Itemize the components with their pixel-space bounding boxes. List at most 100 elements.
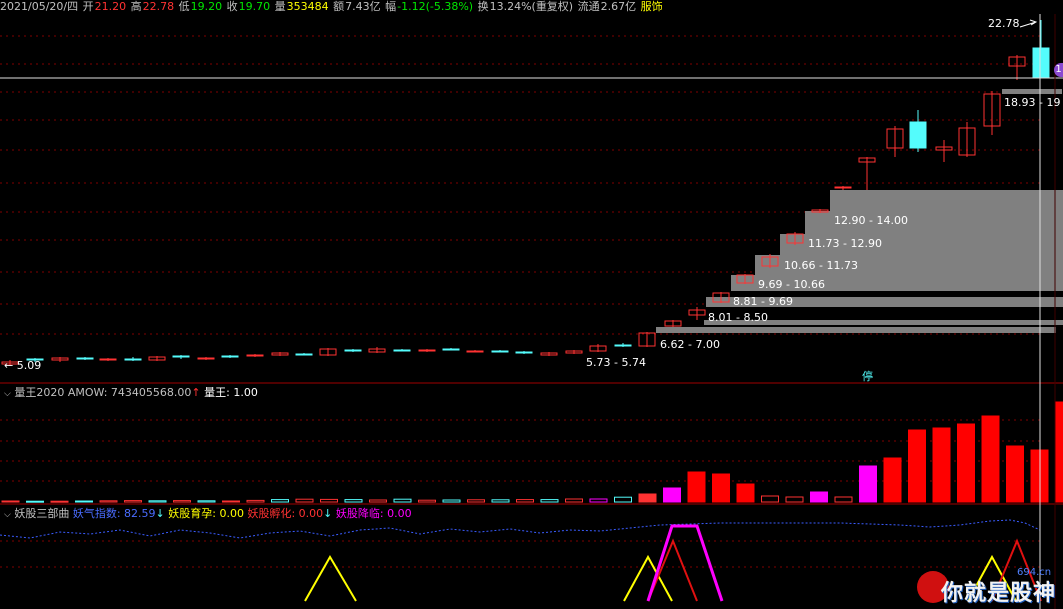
zone-label-5: 10.66 - 11.73: [784, 259, 858, 272]
indicator-lines: [0, 519, 1042, 602]
zone-bar: [1002, 89, 1062, 94]
yaoqi-line: [0, 519, 1041, 539]
volume-bars: [1, 401, 1063, 503]
volume-bar: [99, 500, 118, 503]
volume-bar: [1055, 401, 1063, 503]
high-value: 22.78: [142, 0, 175, 13]
volume-bar: [344, 499, 363, 503]
indicator-panel-header: ⌵ 妖股三部曲 妖气指数: 82.59↓ 妖股育孕: 0.00 妖股孵化: 0.…: [4, 507, 412, 522]
jianglin-line: [646, 524, 724, 602]
volume-bar: [75, 500, 93, 503]
volume-bar: [491, 499, 510, 503]
volume-bar: [173, 500, 191, 503]
candle-body: [221, 355, 239, 358]
date: 2021/05/20/四: [0, 0, 79, 13]
low-price-marker: ← 5.09: [4, 359, 41, 372]
volume-bar: [810, 491, 828, 503]
float-label: 流通: [577, 0, 600, 13]
volume-bar: [271, 499, 289, 503]
volume-bar: [785, 496, 804, 503]
support-zones: [656, 89, 1063, 333]
float-value: 2.67亿: [600, 0, 637, 13]
candle-body: [491, 350, 509, 353]
volume-bar: [589, 498, 608, 503]
close-label: 收: [226, 0, 238, 13]
volume-bar: [197, 500, 216, 503]
volume-bar: [957, 423, 975, 503]
volume-indicator-title[interactable]: 量王2020: [14, 386, 64, 399]
low-label: 低: [178, 0, 190, 13]
turnover-value: 13.24%(重复权): [489, 0, 574, 13]
candle-body: [76, 357, 94, 360]
up-arrow-icon: ↑: [191, 386, 201, 399]
high-price-marker: 22.78: [988, 17, 1020, 30]
candle-body: [418, 349, 436, 352]
change-value: -1.12(-5.38%): [397, 0, 474, 13]
indicator-title[interactable]: 妖股三部曲: [14, 507, 69, 520]
open-value: 21.20: [94, 0, 127, 13]
candle-body: [172, 355, 190, 358]
volume-bar: [859, 465, 877, 503]
volume-value: 353484: [286, 0, 329, 13]
volume-bar: [467, 499, 485, 503]
wang-value: 量王: 1.00: [204, 386, 258, 399]
watermark-site: 694.cn: [1017, 567, 1052, 578]
down-arrow-icon: ↓: [155, 507, 165, 520]
fuhua-value: 妖股孵化: 0.00: [247, 507, 324, 520]
collapse-icon[interactable]: ⌵: [4, 389, 11, 399]
volume-bar: [638, 493, 657, 503]
sector[interactable]: 服饰: [641, 0, 663, 13]
zone-label-1: 6.62 - 7.00: [660, 338, 720, 351]
change-label: 幅: [385, 0, 397, 13]
volume-bar: [736, 483, 755, 503]
volume-bar: [222, 500, 240, 503]
amow-value: AMOW: 743405568.00: [67, 386, 192, 399]
volume-bar: [834, 496, 853, 503]
zone-label-7: 12.90 - 14.00: [834, 214, 908, 227]
volume-label: 量: [274, 0, 286, 13]
right-edge-badge: 1: [1054, 63, 1063, 77]
close-value: 19.70: [238, 0, 271, 13]
volume-bar: [26, 500, 44, 503]
high-label: 高: [130, 0, 142, 13]
zone-bar: [656, 327, 1056, 333]
volume-bar: [393, 498, 412, 503]
volume-bar: [442, 499, 461, 503]
open-label: 开: [82, 0, 94, 13]
yaoqi-value: 妖气指数: 82.59: [72, 507, 156, 520]
candle-body: [909, 121, 927, 149]
zone-label-2: 8.01 - 8.50: [708, 311, 768, 324]
left-arrow-icon: ←: [4, 359, 14, 372]
low-value: 19.20: [190, 0, 223, 13]
volume-bar: [246, 499, 265, 503]
high-pointer: [1019, 19, 1038, 28]
watermark-text: 你就是股神: [941, 581, 1057, 606]
volume-bar: [540, 499, 559, 503]
yunyu-line: [304, 555, 357, 602]
volume-bar: [981, 415, 1000, 503]
volume-bar: [295, 498, 314, 503]
turnover-label: 换: [477, 0, 489, 13]
candle-body: [834, 186, 852, 189]
candle-body: [197, 357, 215, 360]
volume-bar: [124, 500, 142, 503]
candle-body: [344, 349, 362, 352]
volume-bar: [883, 457, 902, 503]
volume-bar: [320, 498, 338, 503]
amount-value: 7.43亿: [345, 0, 381, 13]
candle-body: [466, 350, 484, 353]
watermark: 你就是股神 694.cn: [915, 567, 1061, 607]
volume-bar: [50, 500, 69, 503]
volume-bar: [565, 498, 583, 503]
volume-bar: [687, 471, 706, 503]
volume-bar: [908, 429, 926, 503]
volume-panel-header: ⌵ 量王2020 AMOW: 743405568.00↑ 量王: 1.00: [4, 386, 258, 401]
candle-body: [515, 351, 533, 354]
quote-header: 2021/05/20/四 开21.20 高22.78 低19.20 收19.70…: [0, 0, 1063, 14]
zone-label-0: 5.73 - 5.74: [586, 356, 646, 369]
zone-label-3: 8.81 - 9.69: [733, 295, 793, 308]
volume-bar: [369, 499, 387, 503]
volume-bar: [516, 499, 534, 503]
limit-up-badge[interactable]: 停: [862, 368, 873, 384]
collapse-icon[interactable]: ⌵: [4, 510, 11, 520]
